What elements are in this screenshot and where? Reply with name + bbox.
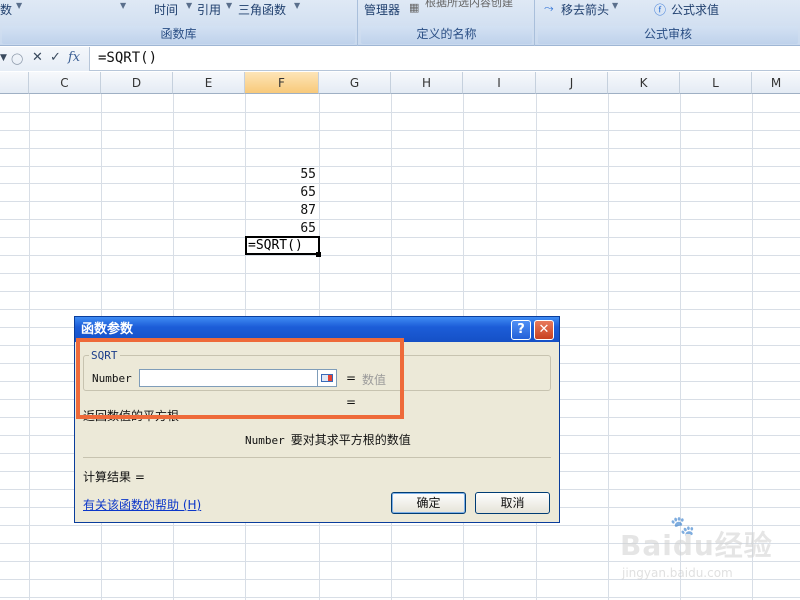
insert-function-icon[interactable]: fx (68, 50, 80, 65)
chevron-down-icon[interactable]: ▼ (16, 1, 22, 10)
close-button[interactable]: ✕ (534, 320, 554, 340)
column-header[interactable]: G (319, 72, 391, 94)
grid-line (0, 112, 800, 113)
reference-button[interactable]: 引用 (197, 1, 221, 18)
column-header-partial[interactable] (0, 72, 29, 94)
ellipsis-icon[interactable]: ◯ (11, 52, 23, 65)
cancel-icon[interactable]: ✕ (32, 50, 43, 65)
grid-line (0, 309, 800, 310)
argument-description: Number 要对其求平方根的数值 (245, 431, 411, 448)
group-title: 公式审核 (643, 27, 692, 41)
group-title: 定义的名称 (416, 27, 477, 41)
time-button[interactable]: 时间 (154, 1, 178, 18)
fill-handle[interactable] (316, 252, 321, 257)
column-header[interactable]: E (173, 72, 245, 94)
remove-arrows-icon[interactable]: ⤳ (544, 1, 554, 16)
column-header[interactable]: J (536, 72, 608, 94)
grid-line (0, 166, 800, 167)
chevron-down-icon[interactable]: ▼ (294, 1, 300, 10)
grid-line (0, 237, 800, 238)
grid-line (0, 597, 800, 598)
formula-input[interactable]: =SQRT() (98, 50, 157, 66)
grid-line (0, 183, 800, 184)
group-title: 函数库 (160, 27, 197, 41)
grid-line (0, 130, 800, 131)
column-header-active[interactable]: F (245, 72, 319, 94)
cell-value[interactable]: 65 (250, 185, 316, 200)
function-help-link[interactable]: 有关该函数的帮助 (H) (83, 496, 201, 513)
formula-auditing-group: ⤳ 移去箭头 ▼ ⓕ 公式求值 公式审核 (536, 0, 800, 46)
chevron-down-icon[interactable]: ▼ (186, 1, 192, 10)
function-library-group: 数 ▼ ▼ 时间 ▼ 引用 ▼ 三角函数 ▼ 函数库 (0, 0, 358, 46)
argument-desc-name: Number (245, 434, 285, 447)
cell-value[interactable]: 55 (250, 167, 316, 182)
formula-bar-buttons: ▼ ◯ ✕ ✓ fx (0, 47, 90, 71)
ok-button[interactable]: 确定 (391, 492, 466, 514)
grid-line (0, 255, 800, 256)
column-header[interactable]: H (391, 72, 463, 94)
grid-line (0, 148, 800, 149)
cell-value[interactable]: 87 (250, 203, 316, 218)
evaluate-formula-button[interactable]: 公式求值 (671, 1, 719, 18)
grid-line (0, 201, 800, 202)
column-header[interactable]: K (608, 72, 680, 94)
column-header[interactable]: L (680, 72, 752, 94)
divider (83, 457, 551, 458)
column-header[interactable]: M (752, 72, 800, 94)
watermark-logo: Baidu经验 (620, 529, 773, 562)
create-from-selection-icon[interactable]: ▦ (409, 1, 419, 14)
evaluate-formula-icon[interactable]: ⓕ (654, 1, 666, 18)
grid-line (0, 291, 800, 292)
ribbon-item-partial[interactable]: 数 (0, 1, 12, 18)
chevron-down-icon[interactable]: ▼ (612, 1, 618, 10)
annotation-highlight (76, 338, 404, 419)
create-from-selection-button[interactable]: 根据所选内容创建 (425, 0, 513, 10)
defined-names-group: 管理器 ▦ 根据所选内容创建 定义的名称 (359, 0, 535, 46)
active-cell[interactable]: =SQRT() (245, 236, 320, 255)
chevron-down-icon[interactable]: ▼ (120, 1, 126, 10)
formula-result: 计算结果 = (83, 470, 145, 484)
remove-arrows-button[interactable]: 移去箭头 (561, 1, 609, 18)
column-header[interactable]: C (29, 72, 101, 94)
grid-line (0, 273, 800, 274)
grid-line (0, 219, 800, 220)
chevron-down-icon[interactable]: ▼ (0, 53, 7, 63)
enter-icon[interactable]: ✓ (50, 50, 61, 65)
watermark-url: jingyan.baidu.com (622, 566, 733, 580)
baidu-watermark: 🐾 Baidu经验 jingyan.baidu.com (612, 514, 782, 594)
cancel-button[interactable]: 取消 (475, 492, 550, 514)
column-header[interactable]: I (463, 72, 536, 94)
formula-bar: ▼ ◯ ✕ ✓ fx =SQRT() (0, 47, 800, 71)
ribbon: 数 ▼ ▼ 时间 ▼ 引用 ▼ 三角函数 ▼ 函数库 管理器 ▦ 根据所选内容创… (0, 0, 800, 46)
cell-value[interactable]: 65 (250, 221, 316, 236)
argument-desc-text: 要对其求平方根的数值 (290, 433, 411, 447)
help-button[interactable]: ? (511, 320, 531, 340)
name-manager-button[interactable]: 管理器 (364, 1, 400, 18)
column-header[interactable]: D (101, 72, 173, 94)
trig-button[interactable]: 三角函数 (238, 1, 286, 18)
chevron-down-icon[interactable]: ▼ (226, 1, 232, 10)
